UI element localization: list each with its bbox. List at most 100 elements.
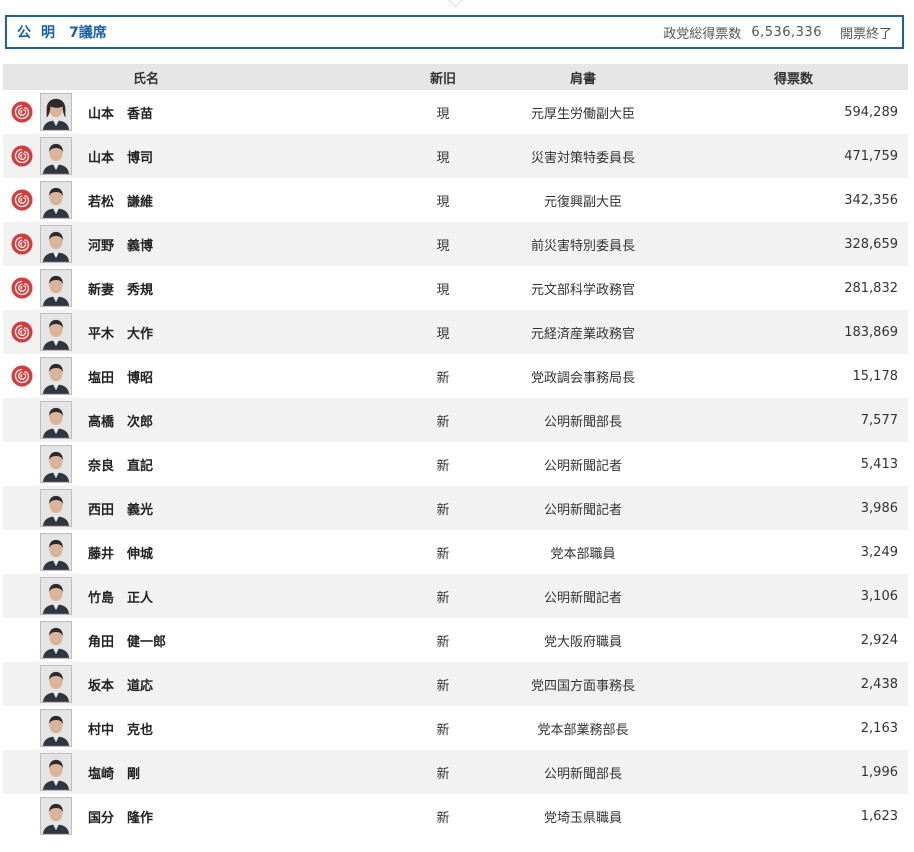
- candidate-surname: 塩田: [88, 370, 115, 386]
- candidate-name: 河野 義博: [80, 222, 398, 266]
- elected-cell: [3, 354, 40, 398]
- candidate-new-old: 新: [436, 766, 450, 782]
- candidate-title: 党本部職員: [550, 546, 616, 562]
- candidate-photo: [40, 577, 72, 615]
- candidate-surname: 若松: [88, 194, 115, 210]
- candidate-votes: 5,413: [860, 456, 898, 472]
- candidate-new-old: 新: [436, 414, 450, 430]
- candidate-table: 氏名 新旧 肩書 得票数 山本 香苗現元厚生労働副大臣 594,289 山本 博司現災害…: [3, 64, 908, 838]
- candidate-surname: 藤井: [88, 546, 115, 562]
- candidate-surname: 竹島: [88, 590, 115, 606]
- elected-cell: [3, 486, 40, 530]
- elected-cell: [3, 530, 40, 574]
- photo-cell: [40, 442, 80, 486]
- top-notch-decoration: [447, 0, 464, 8]
- elected-rose-icon: [11, 233, 32, 255]
- candidate-votes: 3,249: [860, 544, 898, 560]
- candidate-name: 村中 克也: [80, 706, 398, 750]
- candidate-given-name: 伸城: [127, 546, 154, 562]
- candidate-given-name: 克也: [127, 722, 154, 738]
- table-header-row: 氏名 新旧 肩書 得票数: [3, 64, 908, 90]
- elected-cell: [3, 750, 40, 794]
- photo-cell: [40, 310, 80, 354]
- photo-cell: [40, 90, 80, 134]
- photo-cell: [40, 706, 80, 750]
- results-page: 公明 7議席 政党総得票数 6,536,336 開票終了 氏名 新旧 肩書 得票…: [0, 0, 914, 852]
- elected-rose-icon: [11, 365, 32, 387]
- table-row: 若松 謙維 現 元復興副大臣 342,356: [3, 178, 908, 222]
- elected-cell: [3, 794, 40, 838]
- table-row: 高橋 次郎 新 公明新聞部長 7,577: [3, 398, 908, 442]
- candidate-title: 公明新聞記者: [544, 590, 623, 606]
- candidate-new-old: 新: [436, 634, 450, 650]
- elected-cell: [3, 222, 40, 266]
- candidate-votes: 1,996: [860, 764, 898, 780]
- candidate-votes: 281,832: [844, 280, 898, 296]
- elected-cell: [3, 574, 40, 618]
- candidate-photo: [40, 621, 72, 659]
- candidate-name: 竹島 正人: [80, 574, 398, 618]
- candidate-surname: 河野: [88, 238, 115, 254]
- party-seats: 7議席: [69, 25, 107, 41]
- elected-rose-icon: [11, 321, 32, 343]
- photo-cell: [40, 222, 80, 266]
- candidate-new-old: 新: [436, 590, 450, 606]
- candidate-title: 党埼玉県職員: [544, 810, 623, 826]
- photo-cell: [40, 354, 80, 398]
- column-header-title: 肩書: [488, 64, 679, 90]
- candidate-votes: 2,924: [860, 632, 898, 648]
- candidate-given-name: 義光: [127, 502, 154, 518]
- candidate-name: 高橋 次郎: [80, 398, 398, 442]
- candidate-surname: 山本: [88, 106, 115, 122]
- table-row: 塩崎剛 新 公明新聞部長 1,996: [3, 750, 908, 794]
- candidate-title: 党大阪府職員: [544, 634, 623, 650]
- candidate-given-name: 健一郎: [127, 634, 167, 650]
- elected-rose-icon: [11, 277, 32, 299]
- candidate-given-name: 秀規: [127, 282, 154, 298]
- candidate-photo: [40, 225, 72, 263]
- candidate-surname: 高橋: [88, 414, 115, 430]
- total-votes-value: 6,536,336: [751, 24, 822, 40]
- candidate-surname: 村中: [88, 722, 115, 738]
- table-row: 山本 博司 現 災害対策特委員長 471,759: [3, 134, 908, 178]
- candidate-name: 西田 義光: [80, 486, 398, 530]
- elected-rose-icon: [11, 189, 32, 211]
- candidate-name: 平木 大作: [80, 310, 398, 354]
- candidate-votes: 3,986: [860, 500, 898, 516]
- candidate-surname: 国分: [88, 810, 115, 826]
- party-summary: 公明 7議席: [17, 22, 107, 42]
- table-row: 新妻 秀規 現 元文部科学政務官 281,832: [3, 266, 908, 310]
- elected-rose-icon: [11, 101, 32, 123]
- candidate-surname: 坂本: [88, 678, 115, 694]
- candidate-new-old: 現: [436, 326, 450, 342]
- elected-cell: [3, 662, 40, 706]
- count-status: 開票終了: [839, 26, 892, 42]
- candidate-given-name: 直記: [127, 458, 154, 474]
- table-row: 奈良 直記 新 公明新聞記者 5,413: [3, 442, 908, 486]
- elected-cell: [3, 706, 40, 750]
- candidate-given-name: 謙維: [127, 194, 154, 210]
- candidate-photo: [40, 357, 72, 395]
- candidate-surname: 山本: [88, 150, 115, 166]
- candidate-votes: 328,659: [844, 236, 898, 252]
- photo-cell: [40, 794, 80, 838]
- candidate-photo: [40, 489, 72, 527]
- table-row: 河野 義博 現 前災害特別委員長 328,659: [3, 222, 908, 266]
- candidate-name: 奈良 直記: [80, 442, 398, 486]
- candidate-given-name: 博昭: [127, 370, 154, 386]
- candidate-given-name: 剛: [127, 766, 141, 782]
- candidate-photo: [40, 533, 72, 571]
- elected-cell: [3, 398, 40, 442]
- candidate-photo: [40, 709, 72, 747]
- candidate-new-old: 新: [436, 678, 450, 694]
- candidate-new-old: 新: [436, 502, 450, 518]
- candidate-new-old: 新: [436, 458, 450, 474]
- column-header-name: 氏名: [3, 64, 399, 90]
- candidate-title: 公明新聞部長: [544, 414, 623, 430]
- candidate-new-old: 新: [436, 546, 450, 562]
- candidate-new-old: 新: [436, 370, 450, 386]
- candidate-title: 公明新聞記者: [544, 458, 623, 474]
- candidate-photo: [40, 753, 72, 791]
- candidate-given-name: 博司: [127, 150, 154, 166]
- candidate-name: 角田 健一郎: [80, 618, 398, 662]
